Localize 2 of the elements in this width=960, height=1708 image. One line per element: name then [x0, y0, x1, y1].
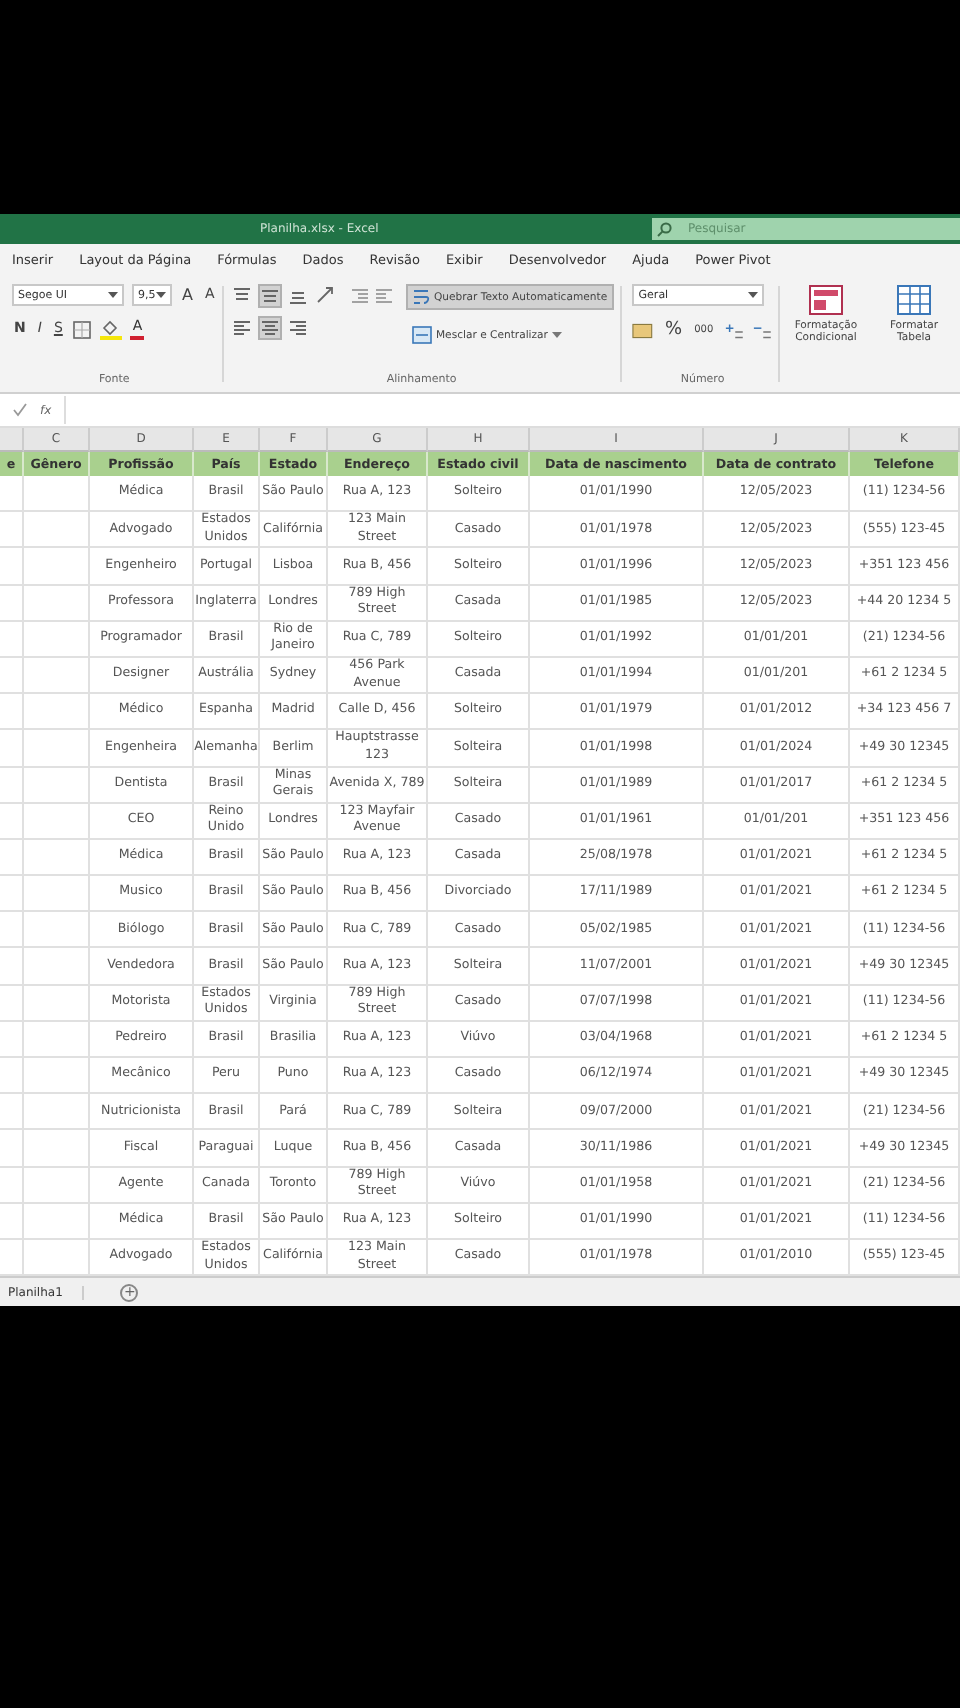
grow-font-button[interactable]: A: [180, 286, 195, 304]
percent-button[interactable]: %: [663, 322, 685, 340]
